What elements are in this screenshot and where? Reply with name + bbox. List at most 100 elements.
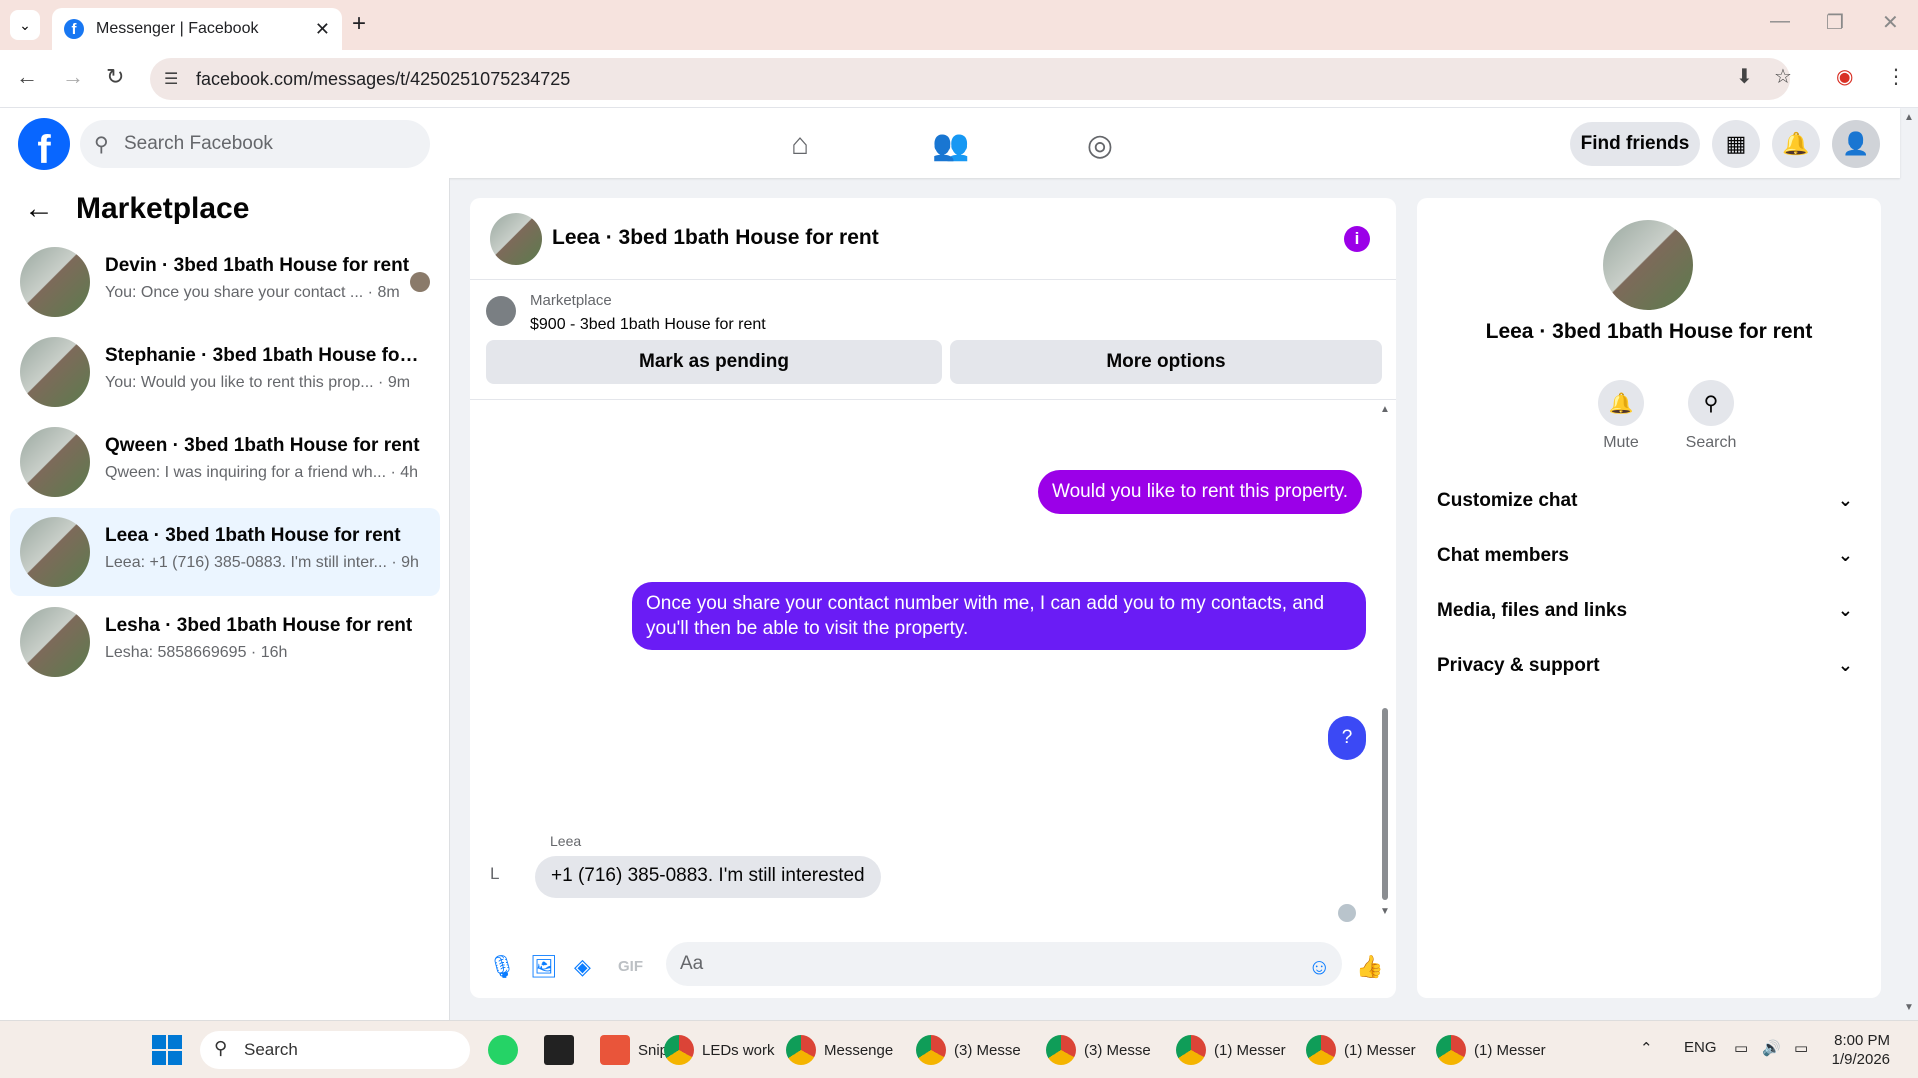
search-placeholder: Search Facebook — [124, 133, 273, 154]
windows-start-icon[interactable] — [152, 1035, 182, 1065]
page-scroll-up-icon[interactable]: ▲ — [1904, 112, 1914, 123]
received-message[interactable]: +1 (716) 385-0883. I'm still interested — [535, 856, 881, 898]
sent-message[interactable]: ? — [1328, 716, 1366, 760]
back-arrow-icon[interactable]: ← — [24, 192, 54, 226]
minimize-button[interactable]: — — [1770, 10, 1790, 33]
chevron-down-icon: ⌄ — [1837, 490, 1853, 510]
profile-icon[interactable]: ◉ — [1836, 64, 1853, 89]
taskbar-app[interactable]: (3) Messe — [916, 1033, 1021, 1067]
whatsapp-app-icon[interactable] — [488, 1033, 526, 1067]
listing-thumbnail — [20, 247, 90, 317]
photo-icon[interactable]: 🖼 — [530, 954, 558, 980]
search-in-chat-button[interactable]: ⚲ Search — [1671, 380, 1751, 452]
groups-icon[interactable]: ◎ — [1080, 128, 1120, 163]
conversation-preview: Lesha: 5858669695 · 16h — [105, 644, 288, 661]
media-files-links-section[interactable]: Media, files and links ⌄ — [1437, 600, 1863, 644]
listing-text[interactable]: $900 - 3bed 1bath House for rent — [530, 316, 766, 334]
mark-as-pending-button[interactable]: Mark as pending — [486, 340, 942, 384]
network-icon[interactable]: ▭ — [1734, 1039, 1748, 1057]
sticky-notes-app-icon[interactable] — [544, 1033, 582, 1067]
browser-tab-messenger[interactable]: f Messenger | Facebook ✕ — [52, 8, 342, 50]
tab-title: Messenger | Facebook — [96, 20, 259, 37]
close-window-button[interactable]: ✕ — [1882, 10, 1899, 35]
listing-banner: Marketplace $900 - 3bed 1bath House for … — [470, 280, 1396, 400]
conversation-list-panel: ← Marketplace Devin · 3bed 1bath House f… — [0, 178, 450, 1020]
customize-chat-section[interactable]: Customize chat ⌄ — [1437, 490, 1863, 534]
listing-thumbnail — [20, 607, 90, 677]
taskbar-app[interactable]: (1) Messer — [1436, 1033, 1546, 1067]
clock-time: 8:00 PM — [1834, 1032, 1890, 1049]
chat-avatar[interactable] — [490, 213, 542, 265]
message-input[interactable]: Aa — [666, 942, 1342, 986]
taskbar-app[interactable]: LEDs work — [664, 1033, 775, 1067]
sticker-icon[interactable]: ◈ — [574, 954, 591, 980]
listing-thumbnail — [20, 337, 90, 407]
emoji-icon[interactable]: ☺ — [1308, 954, 1330, 980]
back-arrow-icon[interactable]: ← — [16, 64, 38, 90]
install-app-icon[interactable]: ⬇ — [1736, 64, 1753, 89]
taskbar-search[interactable]: ⚲ Search — [200, 1031, 470, 1069]
like-thumbs-up-icon[interactable]: 👍 — [1356, 954, 1383, 980]
taskbar-app[interactable]: Messenge — [786, 1033, 893, 1067]
chat-title[interactable]: Leea · 3bed 1bath House for rent — [552, 226, 879, 250]
site-info-icon[interactable]: ☰ — [164, 69, 178, 89]
facebook-logo-icon[interactable]: f — [18, 118, 70, 170]
show-hidden-icons-chevron-icon[interactable]: ⌃ — [1640, 1039, 1653, 1057]
chat-members-section[interactable]: Chat members ⌄ — [1437, 545, 1863, 589]
privacy-support-section[interactable]: Privacy & support ⌄ — [1437, 655, 1863, 699]
tab-search-button[interactable]: ⌄ — [10, 10, 40, 40]
taskbar-app[interactable]: (1) Messer — [1306, 1033, 1416, 1067]
read-receipt-avatar — [1338, 904, 1356, 922]
language-indicator[interactable]: ENG — [1684, 1039, 1717, 1056]
panel-header: ← Marketplace — [24, 192, 249, 226]
taskbar-search-label: Search — [244, 1040, 298, 1059]
conversation-item[interactable]: Qween · 3bed 1bath House for rent Qween:… — [10, 418, 440, 506]
section-label: Customize chat — [1437, 490, 1578, 511]
friends-icon[interactable]: 👥 — [931, 128, 971, 163]
sender-avatar[interactable]: L — [490, 864, 499, 884]
info-icon[interactable]: i — [1344, 226, 1370, 252]
taskbar-app[interactable]: (3) Messe — [1046, 1033, 1151, 1067]
search-icon: ⚲ — [94, 134, 109, 156]
home-icon[interactable]: ⌂ — [780, 128, 820, 162]
battery-icon[interactable]: ▭ — [1794, 1039, 1808, 1057]
close-tab-icon[interactable]: ✕ — [315, 19, 330, 40]
volume-icon[interactable]: 🔊 — [1762, 1039, 1781, 1057]
app-label: (1) Messer — [1474, 1041, 1546, 1059]
bookmark-star-icon[interactable]: ☆ — [1774, 64, 1792, 89]
conversation-item-active[interactable]: Leea · 3bed 1bath House for rent Leea: +… — [10, 508, 440, 596]
menu-grid-icon[interactable]: ▦ — [1712, 120, 1760, 168]
page-scroll-down-icon[interactable]: ▼ — [1904, 1002, 1914, 1013]
new-tab-button[interactable]: + — [352, 10, 366, 38]
chat-avatar[interactable] — [1603, 220, 1693, 310]
sent-message[interactable]: Would you like to rent this property. — [1038, 470, 1363, 514]
restore-button[interactable]: ❐ — [1826, 10, 1844, 35]
system-clock[interactable]: 8:00 PM 1/9/2026 — [1832, 1031, 1890, 1069]
sent-message[interactable]: Once you share your contact number with … — [632, 582, 1366, 650]
facebook-search-input[interactable]: ⚲ Search Facebook — [80, 120, 430, 168]
find-friends-button[interactable]: Find friends — [1570, 122, 1700, 166]
reload-icon[interactable]: ↻ — [106, 64, 124, 90]
microphone-icon[interactable]: 🎙 — [488, 954, 516, 980]
more-options-button[interactable]: More options — [950, 340, 1382, 384]
scroll-down-icon[interactable]: ▼ — [1380, 906, 1390, 917]
account-avatar[interactable]: 👤 — [1832, 120, 1880, 168]
scroll-up-icon[interactable]: ▲ — [1380, 404, 1390, 415]
conversation-item[interactable]: Devin · 3bed 1bath House for rent You: O… — [10, 238, 440, 326]
listing-thumbnail — [20, 517, 90, 587]
notifications-bell-icon[interactable]: 🔔 — [1772, 120, 1820, 168]
conversation-title: Stephanie · 3bed 1bath House for r... — [105, 345, 425, 366]
browser-menu-icon[interactable]: ⋮ — [1886, 64, 1906, 89]
mute-button[interactable]: 🔔 Mute — [1581, 380, 1661, 452]
message-composer: 🎙 🖼 ◈ GIF Aa ☺ 👍 — [470, 940, 1396, 998]
forward-arrow-icon[interactable]: → — [62, 64, 84, 90]
conversation-item[interactable]: Stephanie · 3bed 1bath House for r... Yo… — [10, 328, 440, 416]
browser-tab-strip: ⌄ f Messenger | Facebook ✕ + — ❐ ✕ — [0, 0, 1918, 50]
scrollbar[interactable] — [1382, 708, 1388, 900]
conversation-item[interactable]: Lesha · 3bed 1bath House for rent Lesha:… — [10, 598, 440, 686]
taskbar-app[interactable]: (1) Messer — [1176, 1033, 1286, 1067]
address-bar[interactable]: ☰ facebook.com/messages/t/42502510752347… — [150, 58, 1790, 100]
search-icon: ⚲ — [1688, 380, 1734, 426]
gif-icon[interactable]: GIF — [618, 958, 643, 975]
facebook-favicon-icon: f — [64, 19, 84, 39]
